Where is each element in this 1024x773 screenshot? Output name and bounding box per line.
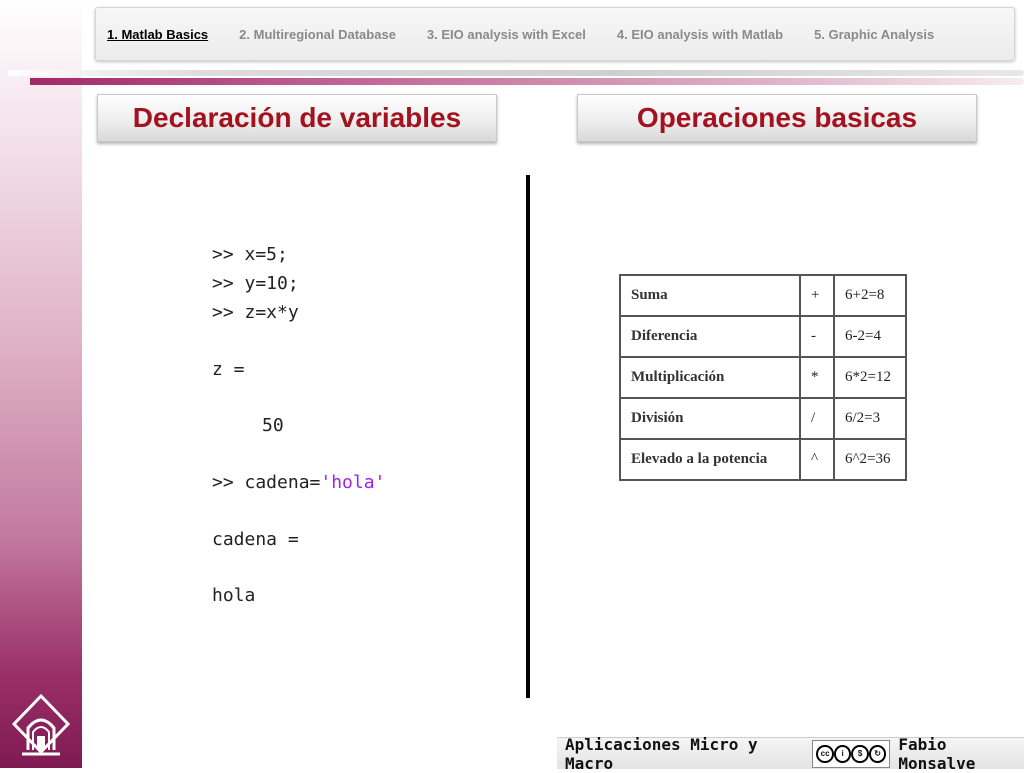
operation-example: 6-2=4 [833, 315, 907, 358]
nav-item-multiregional-database[interactable]: 2. Multiregional Database [239, 27, 396, 42]
header-divider-gray [8, 70, 1024, 76]
creative-commons-license-icon[interactable]: cc i $ ↻ [812, 739, 891, 768]
footer-author: Fabio Monsalve [898, 734, 976, 773]
table-row: Elevado a la potencia ^ 6^2=36 [619, 438, 907, 481]
operation-name: Diferencia [619, 315, 801, 358]
code-line: >> z=x*y [212, 302, 299, 323]
operation-example: 6*2=12 [833, 356, 907, 399]
table-row: Diferencia - 6-2=4 [619, 315, 907, 358]
operation-name: División [619, 397, 801, 440]
top-navigation: 1. Matlab Basics 2. Multiregional Databa… [95, 7, 1015, 61]
code-line: z = [212, 359, 245, 380]
operation-symbol: / [799, 397, 835, 440]
code-line: >> x=5; [212, 244, 288, 265]
by-icon: i [833, 744, 852, 763]
nav-item-eio-matlab[interactable]: 4. EIO analysis with Matlab [617, 27, 783, 42]
code-line: hola [212, 585, 256, 606]
side-decoration-strip [0, 0, 82, 768]
code-line: 50 [262, 415, 284, 436]
footer-course-title: Aplicaciones Micro y Macro [565, 734, 758, 773]
code-line: >> y=10; [212, 273, 299, 294]
operation-symbol: + [799, 274, 835, 317]
operation-symbol: * [799, 356, 835, 399]
section-title-variables: Declaración de variables [97, 94, 497, 142]
table-row: Multiplicación * 6*2=12 [619, 356, 907, 399]
matlab-code-block: >> x=5; >> y=10; >> z=x*y z = 50 >> cade… [212, 244, 512, 624]
table-row: Suma + 6+2=8 [619, 274, 907, 317]
nc-icon: $ [851, 744, 869, 763]
code-command: >> cadena= [212, 472, 321, 493]
sa-icon: ↻ [868, 744, 887, 763]
code-line: >> cadena='hola' [212, 472, 385, 493]
vertical-divider [526, 175, 530, 698]
operations-table: Suma + 6+2=8 Diferencia - 6-2=4 Multipli… [619, 274, 907, 481]
nav-item-graphic-analysis[interactable]: 5. Graphic Analysis [814, 27, 934, 42]
operation-name: Elevado a la potencia [619, 438, 801, 481]
operation-symbol: ^ [799, 438, 835, 481]
table-row: División / 6/2=3 [619, 397, 907, 440]
university-logo-icon [11, 693, 71, 756]
operation-symbol: - [799, 315, 835, 358]
footer-bar: Aplicaciones Micro y Macro cc i $ ↻ Fabi… [557, 735, 1024, 773]
operation-example: 6^2=36 [833, 438, 907, 481]
operation-example: 6+2=8 [833, 274, 907, 317]
operation-name: Multiplicación [619, 356, 801, 399]
nav-item-eio-excel[interactable]: 3. EIO analysis with Excel [427, 27, 586, 42]
operation-example: 6/2=3 [833, 397, 907, 440]
code-string-literal: 'hola' [320, 472, 386, 493]
header-divider-accent [30, 78, 1024, 85]
section-title-operations: Operaciones basicas [577, 94, 977, 142]
operation-name: Suma [619, 274, 801, 317]
nav-item-matlab-basics[interactable]: 1. Matlab Basics [107, 27, 208, 42]
code-line: cadena = [212, 529, 299, 550]
cc-icon: cc [816, 744, 834, 763]
